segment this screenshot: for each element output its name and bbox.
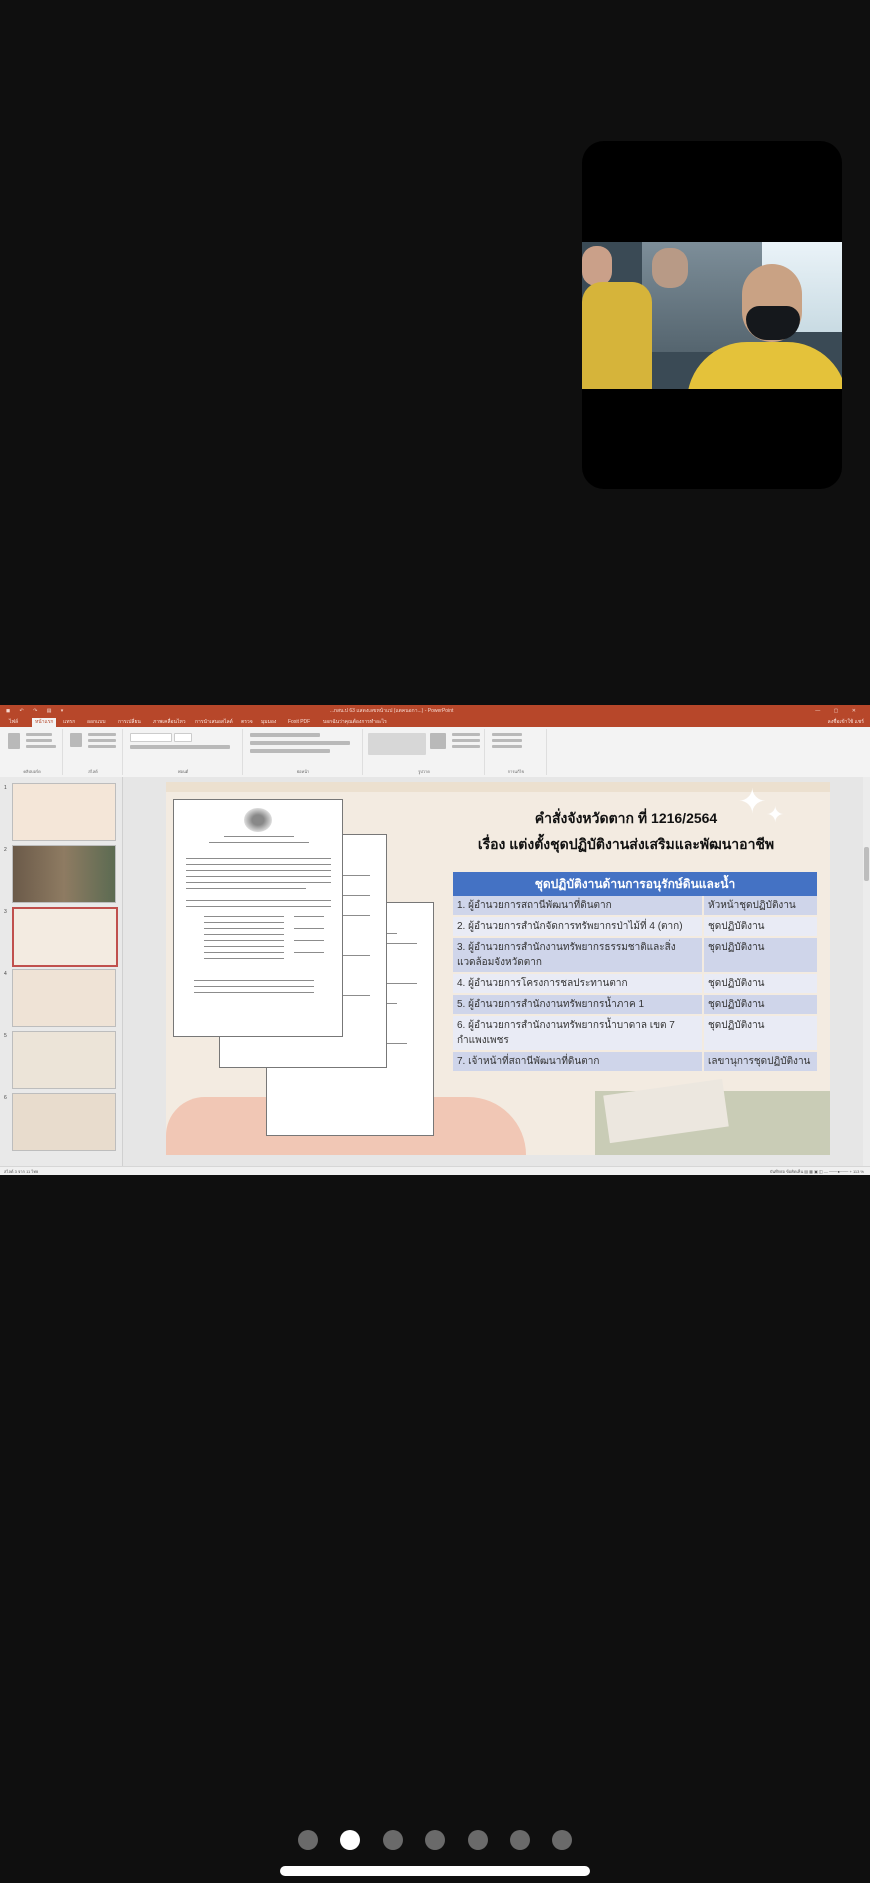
slide-thumbnail[interactable]: [12, 783, 116, 841]
status-bar: สไลด์ 3 จาก 11 ไทย บันทึกย่อ ข้อคิดเห็น …: [0, 1166, 870, 1175]
account-share[interactable]: ลงชื่อเข้าใช้ แชร์: [828, 718, 864, 727]
quick-access-toolbar[interactable]: ◼ ↶ ↷ ▤ ▾: [6, 705, 67, 717]
slide-thumbnail[interactable]: [12, 845, 116, 903]
page-dot[interactable]: [298, 1830, 318, 1850]
slide-thumbnail[interactable]: [12, 969, 116, 1027]
font-name-box[interactable]: [130, 733, 172, 742]
tab-animations[interactable]: ภาพเคลื่อนไหว: [150, 718, 189, 727]
table-row: 5. ผู้อำนวยการสำนักงานทรัพยากรน้ำภาค 1 ช…: [453, 994, 817, 1016]
vertical-scrollbar[interactable]: [863, 777, 870, 1166]
ribbon-group-font[interactable]: ฟอนต์: [124, 729, 243, 775]
tab-insert[interactable]: แทรก: [60, 718, 78, 727]
table-header: ชุดปฏิบัติงานด้านการอนุรักษ์ดินและน้ำ: [453, 872, 817, 896]
ribbon-group-paragraph[interactable]: ย่อหน้า: [244, 729, 363, 775]
arrange-icon[interactable]: [430, 733, 446, 749]
table-row: 3. ผู้อำนวยการสำนักงานทรัพยากรธรรมชาติแล…: [453, 937, 817, 974]
tab-foxit-pdf[interactable]: Foxit PDF: [285, 718, 313, 727]
garuda-seal-icon: [244, 808, 272, 832]
select-icon[interactable]: [492, 745, 522, 748]
slide-thumbnail[interactable]: [12, 1031, 116, 1089]
tab-review[interactable]: ตรวจ: [238, 718, 256, 727]
window-title: ...nสน.ป 63 แสดงเลขหน้าแป (แตคนอกา...) -…: [330, 708, 454, 714]
current-slide: ✦ ✦ คำสั่งจังหวัดตาก ที่ 1216/2564 เรื่อ…: [166, 782, 830, 1155]
tab-file[interactable]: ไฟล์: [6, 718, 21, 727]
document-page-front: [173, 799, 343, 1037]
slide-count-status: สไลด์ 3 จาก 11 ไทย: [4, 1169, 39, 1174]
ribbon-group-drawing[interactable]: รูปวาด: [364, 729, 485, 775]
slide-thumbnail-selected[interactable]: [12, 907, 118, 967]
tab-transitions[interactable]: การเปลี่ยน: [115, 718, 144, 727]
page-dot[interactable]: [552, 1830, 572, 1850]
title-bar: ◼ ↶ ↷ ▤ ▾ ...nสน.ป 63 แสดงเลขหน้าแป (แตค…: [0, 705, 870, 717]
replace-icon[interactable]: [492, 739, 522, 742]
font-size-box[interactable]: [174, 733, 192, 742]
ribbon: คลิปบอร์ด สไลด์ ฟอนต์ ย่อหน้า รูปวาด การ…: [0, 727, 870, 778]
slide-title: คำสั่งจังหวัดตาก ที่ 1216/2564: [534, 810, 718, 826]
new-slide-icon[interactable]: [70, 733, 82, 747]
tab-view[interactable]: มุมมอง: [258, 718, 279, 727]
committee-table: ชุดปฏิบัติงานด้านการอนุรักษ์ดินและน้ำ 1.…: [453, 872, 817, 1073]
ribbon-group-editing[interactable]: การแก้ไข: [486, 729, 547, 775]
participant-video: [582, 242, 842, 389]
ribbon-group-clipboard[interactable]: คลิปบอร์ด: [2, 729, 63, 775]
find-icon[interactable]: [492, 733, 522, 736]
view-zoom-controls[interactable]: บันทึกย่อ ข้อคิดเห็น ▤ ▦ ▣ ◫ — ───●─── +…: [770, 1167, 864, 1175]
tell-me-box[interactable]: บอกฉันว่าคุณต้องการทำอะไร: [320, 718, 390, 727]
page-dot-active[interactable]: [340, 1830, 360, 1850]
page-dot[interactable]: [468, 1830, 488, 1850]
tab-slideshow[interactable]: การนำเสนอสไลด์: [192, 718, 236, 727]
video-tile[interactable]: [582, 141, 842, 489]
ribbon-tabs: ไฟล์ หน้าแรก แทรก ออกแบบ การเปลี่ยน ภาพเ…: [0, 717, 870, 727]
page-dot[interactable]: [510, 1830, 530, 1850]
table-row: 1. ผู้อำนวยการสถานีพัฒนาที่ดินตาก หัวหน้…: [453, 896, 817, 917]
shapes-gallery[interactable]: [368, 733, 426, 755]
table-row: 6. ผู้อำนวยการสำนักงานทรัพยากรน้ำบาดาล เ…: [453, 1015, 817, 1052]
ribbon-group-slides[interactable]: สไลด์: [64, 729, 123, 775]
slide-thumbnails-pane[interactable]: 1 2 3 4 5 6: [0, 777, 123, 1166]
tab-design[interactable]: ออกแบบ: [84, 718, 109, 727]
home-indicator[interactable]: [280, 1866, 590, 1876]
window-controls[interactable]: — ▢ ✕: [815, 705, 862, 717]
table-row: 2. ผู้อำนวยการสำนักจัดการทรัพยากรป่าไม้ท…: [453, 916, 817, 938]
page-dot[interactable]: [383, 1830, 403, 1850]
table-row: 4. ผู้อำนวยการโครงการชลประทานตาก ชุดปฏิบ…: [453, 973, 817, 995]
table-row: 7. เจ้าหน้าที่สถานีพัฒนาที่ดินตาก เลขานุ…: [453, 1051, 817, 1073]
page-dot[interactable]: [425, 1830, 445, 1850]
slide-thumbnail[interactable]: [12, 1093, 116, 1151]
slide-subtitle: เรื่อง แต่งตั้งชุดปฏิบัติงานส่งเสริมและพ…: [477, 836, 775, 852]
paste-icon[interactable]: [8, 733, 20, 749]
tab-home[interactable]: หน้าแรก: [32, 718, 57, 727]
